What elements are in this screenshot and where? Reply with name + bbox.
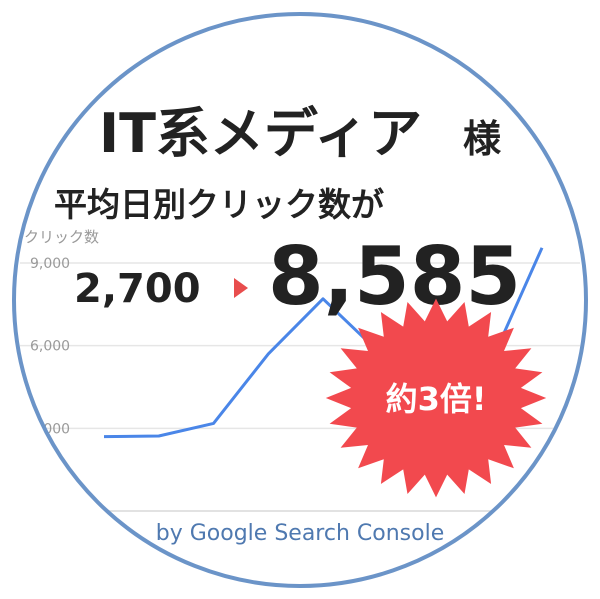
subtitle: 平均日別クリック数が	[54, 185, 384, 224]
badge-svg: 9,0006,0003,000 クリック数 IT系メディア 様 平均日別クリック…	[12, 12, 588, 588]
source-credit: by Google Search Console	[156, 521, 444, 546]
y-tick-label: 9,000	[30, 256, 70, 272]
y-axis-label: クリック数	[24, 228, 99, 246]
value-after: 8,585	[268, 230, 521, 323]
honorific: 様	[463, 117, 502, 161]
y-tick-label: 6,000	[30, 339, 70, 355]
value-before: 2,700	[74, 266, 201, 312]
badge-graphic: 9,000 6,000 3,000 クリック数 IT系メディア 様 平均日別クリック…	[0, 0, 600, 599]
multiplier-label: 約3倍!	[386, 380, 487, 418]
company-name: IT系メディア	[99, 102, 422, 165]
